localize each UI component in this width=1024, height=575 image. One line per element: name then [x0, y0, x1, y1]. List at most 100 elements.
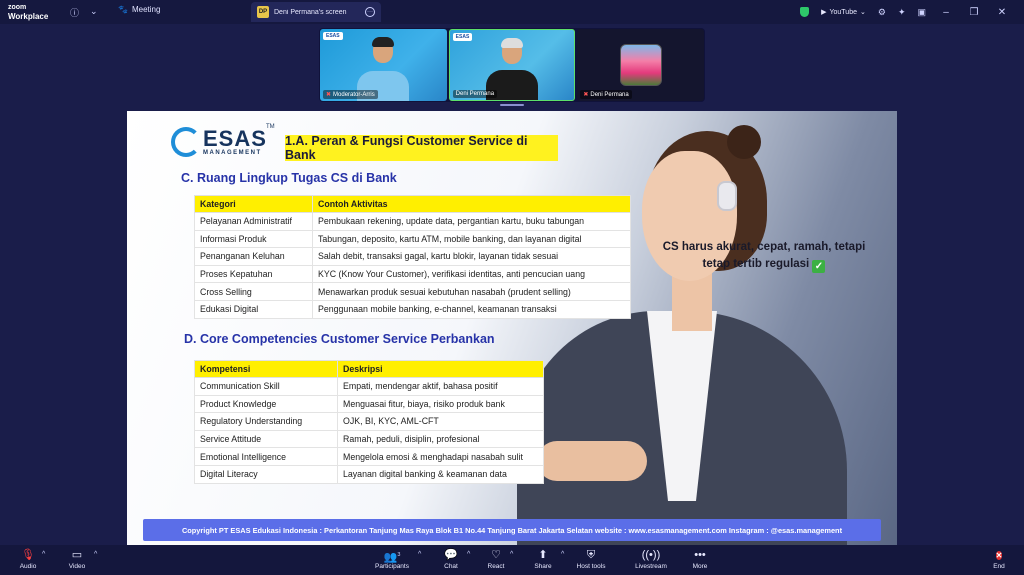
youtube-icon: ▶ [821, 9, 827, 16]
broadcast-icon: ((•)) [641, 549, 661, 561]
react-label: React [487, 563, 505, 570]
table-row: Communication Skill Empati, mendengar akt… [194, 377, 544, 396]
table-cell: OJK, BI, KYC, AML-CFT [337, 412, 544, 431]
callout-text: CS harus akurat, cepat, ramah, tetapi te… [651, 239, 877, 273]
youtube-stream-menu[interactable]: ▶ YouTube ⌄ [821, 8, 866, 17]
table-cell: Salah debit, transaksi gagal, kartu blok… [312, 247, 631, 266]
chevron-down-icon[interactable]: ⌄ [90, 6, 98, 17]
heart-icon: ♡ [491, 549, 501, 561]
esas-logo-sub: MANAGEMENT [203, 150, 262, 156]
share-button[interactable]: ⬆ Share [520, 548, 566, 570]
table-row: Proses Kepatuhan KYC (Know Your Customer)… [194, 264, 631, 284]
participant-hair [501, 38, 523, 48]
meeting-tab[interactable]: 🐾 Meeting [118, 5, 160, 14]
table-header: Contoh Aktivitas [312, 195, 631, 213]
esas-logo: ESAS MANAGEMENT [171, 127, 267, 157]
headset-icon [717, 181, 737, 211]
activity-table: Kategori Contoh Aktivitas Pelayanan Admi… [194, 195, 631, 319]
participants-options-caret[interactable]: ^ [418, 551, 421, 558]
livestream-button[interactable]: ((•)) Livestream [628, 548, 674, 570]
participant-hair [372, 37, 395, 47]
video-options-caret[interactable]: ^ [94, 551, 97, 558]
slide-title: 1.A. Peran & Fungsi Customer Service di … [285, 134, 558, 162]
sparkle-icon[interactable]: ✦ [898, 7, 906, 18]
section-heading-c: C. Ruang Lingkup Tugas CS di Bank [181, 171, 397, 185]
table-row: Regulatory Understanding OJK, BI, KYC, AM… [194, 412, 544, 431]
share-screen-tab[interactable]: DP Deni Permana's screen ··· [251, 2, 381, 22]
participants-icon: 👥3 [383, 551, 401, 564]
table-header: Kategori [194, 195, 313, 213]
minimize-icon[interactable]: – [938, 7, 954, 18]
table-row: Cross Selling Menawarkan produk sesuai ke… [194, 282, 631, 301]
video-strip: ESAS ✖ Moderator-Arris ESAS Deni Permana… [319, 28, 705, 102]
end-meeting-button[interactable]: ✕ End [976, 548, 1022, 570]
table-row: Emotional Intelligence Mengelola emosi & … [194, 447, 544, 466]
touchup-icon[interactable]: ⚙ [878, 7, 886, 18]
mic-muted-icon: ✖ [583, 92, 589, 98]
table-row: Product Knowledge Menguasai fitur, biaya,… [194, 394, 544, 414]
tile-esas-logo: ESAS [452, 33, 473, 41]
video-label: Video [68, 563, 86, 570]
table-cell: Digital Literacy [194, 464, 338, 484]
table-cell: Proses Kepatuhan [194, 264, 313, 284]
title-bar: zoom Workplace ⓘ ⌄ 🐾 Meeting DP Deni Per… [0, 0, 1024, 24]
table-cell: Tabungan, deposito, kartu ATM, mobile ba… [312, 229, 631, 249]
host-tools-label: Host tools [576, 563, 606, 570]
more-options-icon[interactable]: ··· [365, 7, 375, 17]
restore-icon[interactable]: ❐ [966, 7, 982, 18]
table-row: Informasi Produk Tabungan, deposito, kart… [194, 229, 631, 249]
logo-line1: zoom [8, 4, 27, 11]
table-cell: Communication Skill [194, 377, 338, 396]
table-cell: KYC (Know Your Customer), verifikasi ide… [312, 264, 631, 284]
title-bar-tools: ▶ YouTube ⌄ ⚙ ✦ ▣ – ❐ ✕ [800, 0, 1024, 24]
table-cell: Menguasai fitur, biaya, risiko produk ba… [337, 394, 544, 414]
table-cell: Cross Selling [194, 282, 313, 301]
meeting-tab-label: Meeting [131, 5, 161, 14]
table-cell: Pembukaan rekening, update data, pergant… [312, 212, 631, 231]
participant-name: Deni Permana [590, 91, 629, 98]
chat-options-caret[interactable]: ^ [467, 551, 470, 558]
video-filter-icon[interactable]: ▣ [917, 7, 926, 18]
table-cell: Mengelola emosi & menghadapi nasabah sul… [337, 447, 544, 466]
participants-count: 3 [397, 552, 401, 558]
esas-logo-word: ESAS [203, 126, 267, 151]
participant-name-tag: ✖ Deni Permana [580, 90, 632, 99]
video-tile[interactable]: ESAS ✖ Moderator-Arris [320, 29, 447, 101]
esas-logo-mark [171, 127, 201, 157]
table-cell: Informasi Produk [194, 229, 313, 249]
table-cell: Edukasi Digital [194, 299, 313, 319]
slide-photo-bun [727, 125, 761, 159]
table-cell: Ramah, peduli, disiplin, profesional [337, 429, 544, 449]
share-label: Share [534, 563, 552, 570]
more-button[interactable]: ••• More [677, 548, 723, 570]
video-tile[interactable]: ✖ Deni Permana [577, 29, 705, 101]
competency-table: Kompetensi Deskripsi Communication Skill… [194, 360, 544, 484]
react-options-caret[interactable]: ^ [510, 551, 513, 558]
host-tools-button[interactable]: ⛨ Host tools [568, 548, 614, 570]
audio-options-caret[interactable]: ^ [42, 551, 45, 558]
participants-label: Participants [375, 563, 409, 570]
meeting-toolbar: 🎙 Audio ^ ▭ Video ^ 👥3 Participants ^ 💬 … [0, 545, 1024, 575]
share-options-caret[interactable]: ^ [561, 551, 564, 558]
table-header: Kompetensi [194, 360, 338, 378]
share-screen-icon: ⬆ [538, 549, 548, 561]
strip-resize-handle[interactable] [500, 104, 524, 106]
end-icon: ✕ [995, 551, 1003, 560]
section-heading-d: D. Core Competencies Customer Service Pe… [184, 332, 495, 346]
participant-name-tag: ✖ Moderator-Arris [323, 90, 378, 99]
participants-button[interactable]: 👥3 Participants [369, 548, 415, 570]
logo-line2: Workplace [8, 12, 49, 21]
video-tile-active-speaker[interactable]: ESAS Deni Permana [448, 29, 576, 101]
tile-esas-logo: ESAS [323, 32, 343, 40]
close-icon[interactable]: ✕ [994, 7, 1010, 18]
participant-name: Deni Permana [455, 91, 495, 97]
table-cell: Emotional Intelligence [194, 447, 338, 466]
table-cell: Service Attitude [194, 429, 338, 449]
shared-slide: ESAS MANAGEMENT TM 1.A. Peran & Fungsi C… [127, 111, 897, 545]
encryption-shield-icon[interactable] [800, 7, 810, 17]
shield-icon: ⛨ [586, 549, 596, 561]
table-row: Service Attitude Ramah, peduli, disiplin,… [194, 429, 544, 449]
slide-footer: Copyright PT ESAS Edukasi Indonesia : Pe… [143, 519, 881, 541]
table-cell: Layanan digital banking & keamanan data [337, 464, 544, 484]
info-icon[interactable]: ⓘ [70, 6, 79, 19]
